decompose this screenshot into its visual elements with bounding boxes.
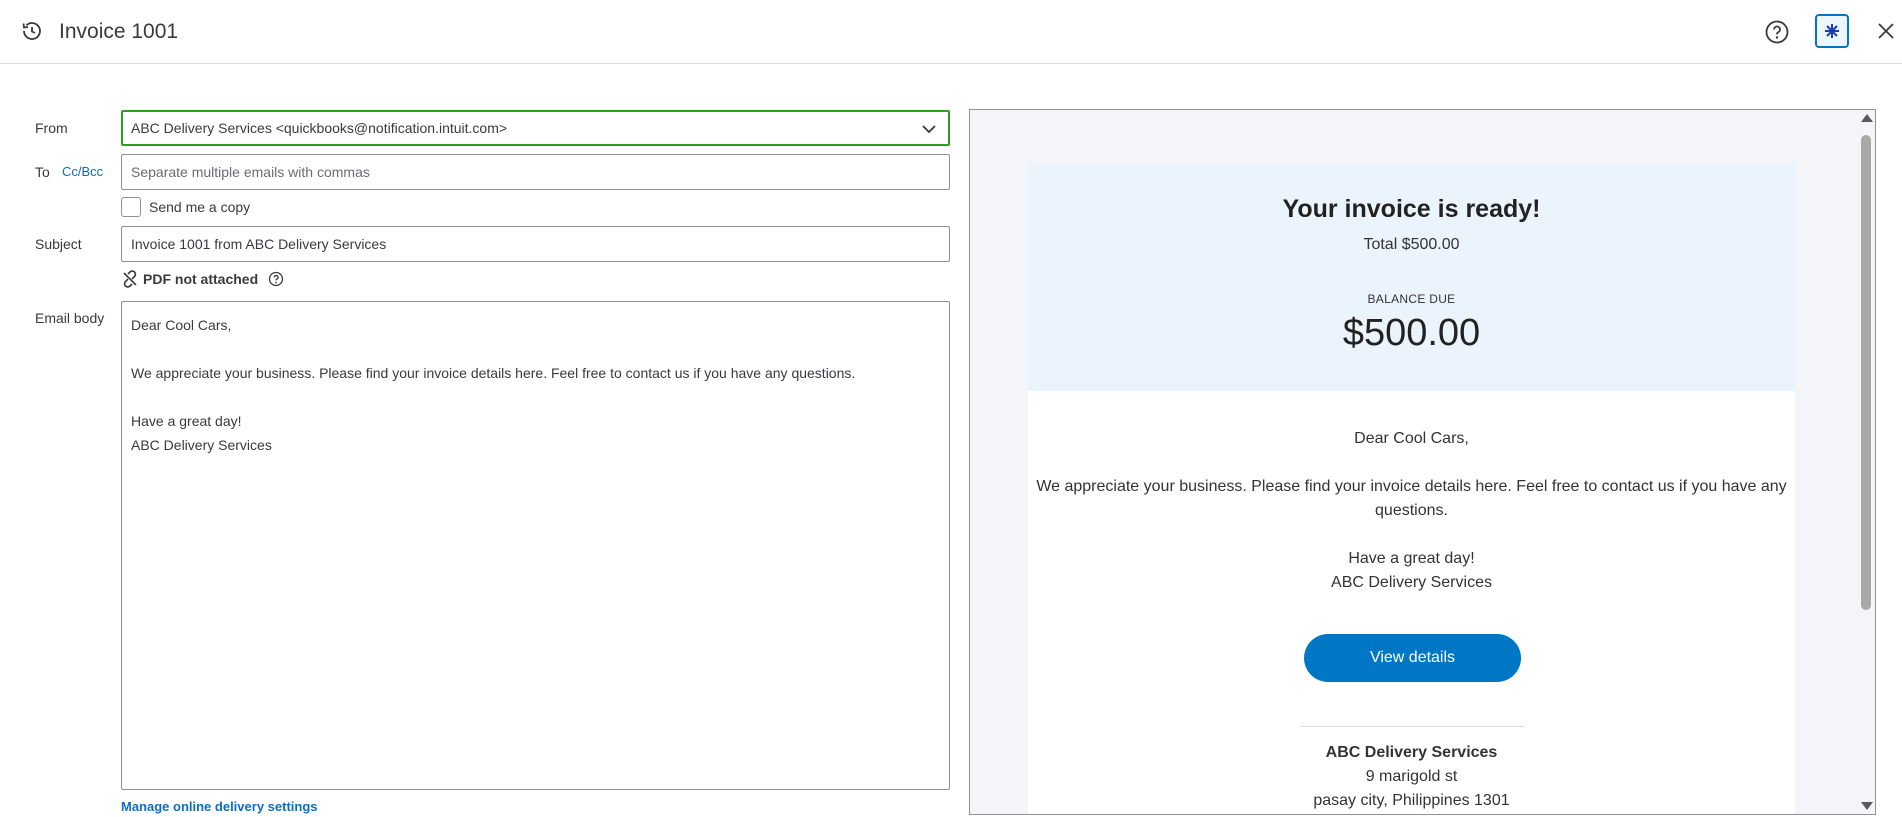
unlink-icon — [123, 270, 137, 288]
from-label: From — [35, 120, 68, 136]
to-label: To — [35, 164, 50, 180]
send-copy-row[interactable]: Send me a copy — [121, 197, 250, 217]
scroll-down-arrow[interactable] — [1861, 802, 1873, 810]
from-select[interactable]: ABC Delivery Services <quickbooks@notifi… — [121, 110, 950, 146]
body-line: Dear Cool Cars, — [131, 317, 232, 333]
preview-message: We appreciate your business. Please find… — [1036, 478, 1787, 519]
preview-signoff: Have a great day! ABC Delivery Services — [1028, 547, 1795, 595]
company-address-line: 9 marigold st — [1365, 768, 1458, 785]
send-copy-label: Send me a copy — [149, 199, 251, 215]
page-title: Invoice 1001 — [59, 20, 179, 43]
signoff-line: ABC Delivery Services — [1331, 574, 1492, 591]
chevron-down-icon — [922, 125, 936, 134]
scroll-up-arrow[interactable] — [1861, 114, 1873, 122]
question-circle-icon[interactable] — [268, 271, 284, 287]
divider — [1300, 726, 1525, 727]
send-copy-checkbox[interactable] — [121, 197, 141, 217]
manage-delivery-settings-link[interactable]: Manage online delivery settings — [121, 799, 318, 814]
preview-heading: Your invoice is ready! — [1282, 195, 1541, 223]
subject-value: Invoice 1001 from ABC Delivery Services — [131, 236, 387, 252]
history-icon[interactable] — [20, 19, 44, 43]
preview-scrollbar[interactable] — [1857, 110, 1875, 814]
preview-body: Dear Cool Cars, We appreciate your busin… — [1028, 391, 1795, 814]
preview-banner: Your invoice is ready! Total $500.00 BAL… — [1028, 163, 1795, 391]
company-name: ABC Delivery Services — [1325, 744, 1498, 761]
pdf-status: PDF not attached — [121, 270, 284, 288]
close-icon[interactable] — [1874, 19, 1898, 43]
view-details-button[interactable]: View details — [1304, 634, 1521, 682]
email-preview: Your invoice is ready! Total $500.00 BAL… — [969, 109, 1876, 815]
preview-greeting: Dear Cool Cars, — [1354, 430, 1469, 447]
subject-input[interactable]: Invoice 1001 from ABC Delivery Services — [121, 226, 950, 262]
ai-assist-button[interactable] — [1815, 14, 1849, 48]
company-address-line: pasay city, Philippines 1301 — [1313, 792, 1510, 809]
pdf-status-text: PDF not attached — [143, 271, 259, 287]
body-line: Have a great day! — [131, 413, 242, 429]
to-input[interactable]: Separate multiple emails with commas — [121, 154, 950, 190]
email-body-label: Email body — [35, 310, 105, 326]
signoff-line: Have a great day! — [1348, 550, 1475, 567]
balance-due-label: BALANCE DUE — [1367, 292, 1456, 306]
subject-label: Subject — [35, 236, 82, 252]
ai-assist-icon — [1825, 24, 1839, 38]
cc-bcc-link[interactable]: Cc/Bcc — [62, 164, 103, 179]
balance-due-amount: $500.00 — [1342, 312, 1481, 354]
scroll-thumb[interactable] — [1861, 135, 1871, 610]
help-icon[interactable] — [1764, 19, 1790, 45]
from-value: ABC Delivery Services <quickbooks@notifi… — [131, 120, 508, 136]
header: Invoice 1001 — [0, 0, 1902, 64]
body-line: ABC Delivery Services — [131, 437, 272, 453]
to-placeholder: Separate multiple emails with commas — [131, 164, 370, 180]
email-body-textarea[interactable]: Dear Cool Cars, We appreciate your busin… — [121, 301, 950, 790]
body-line: We appreciate your business. Please find… — [131, 365, 856, 381]
preview-total: Total $500.00 — [1363, 236, 1460, 253]
